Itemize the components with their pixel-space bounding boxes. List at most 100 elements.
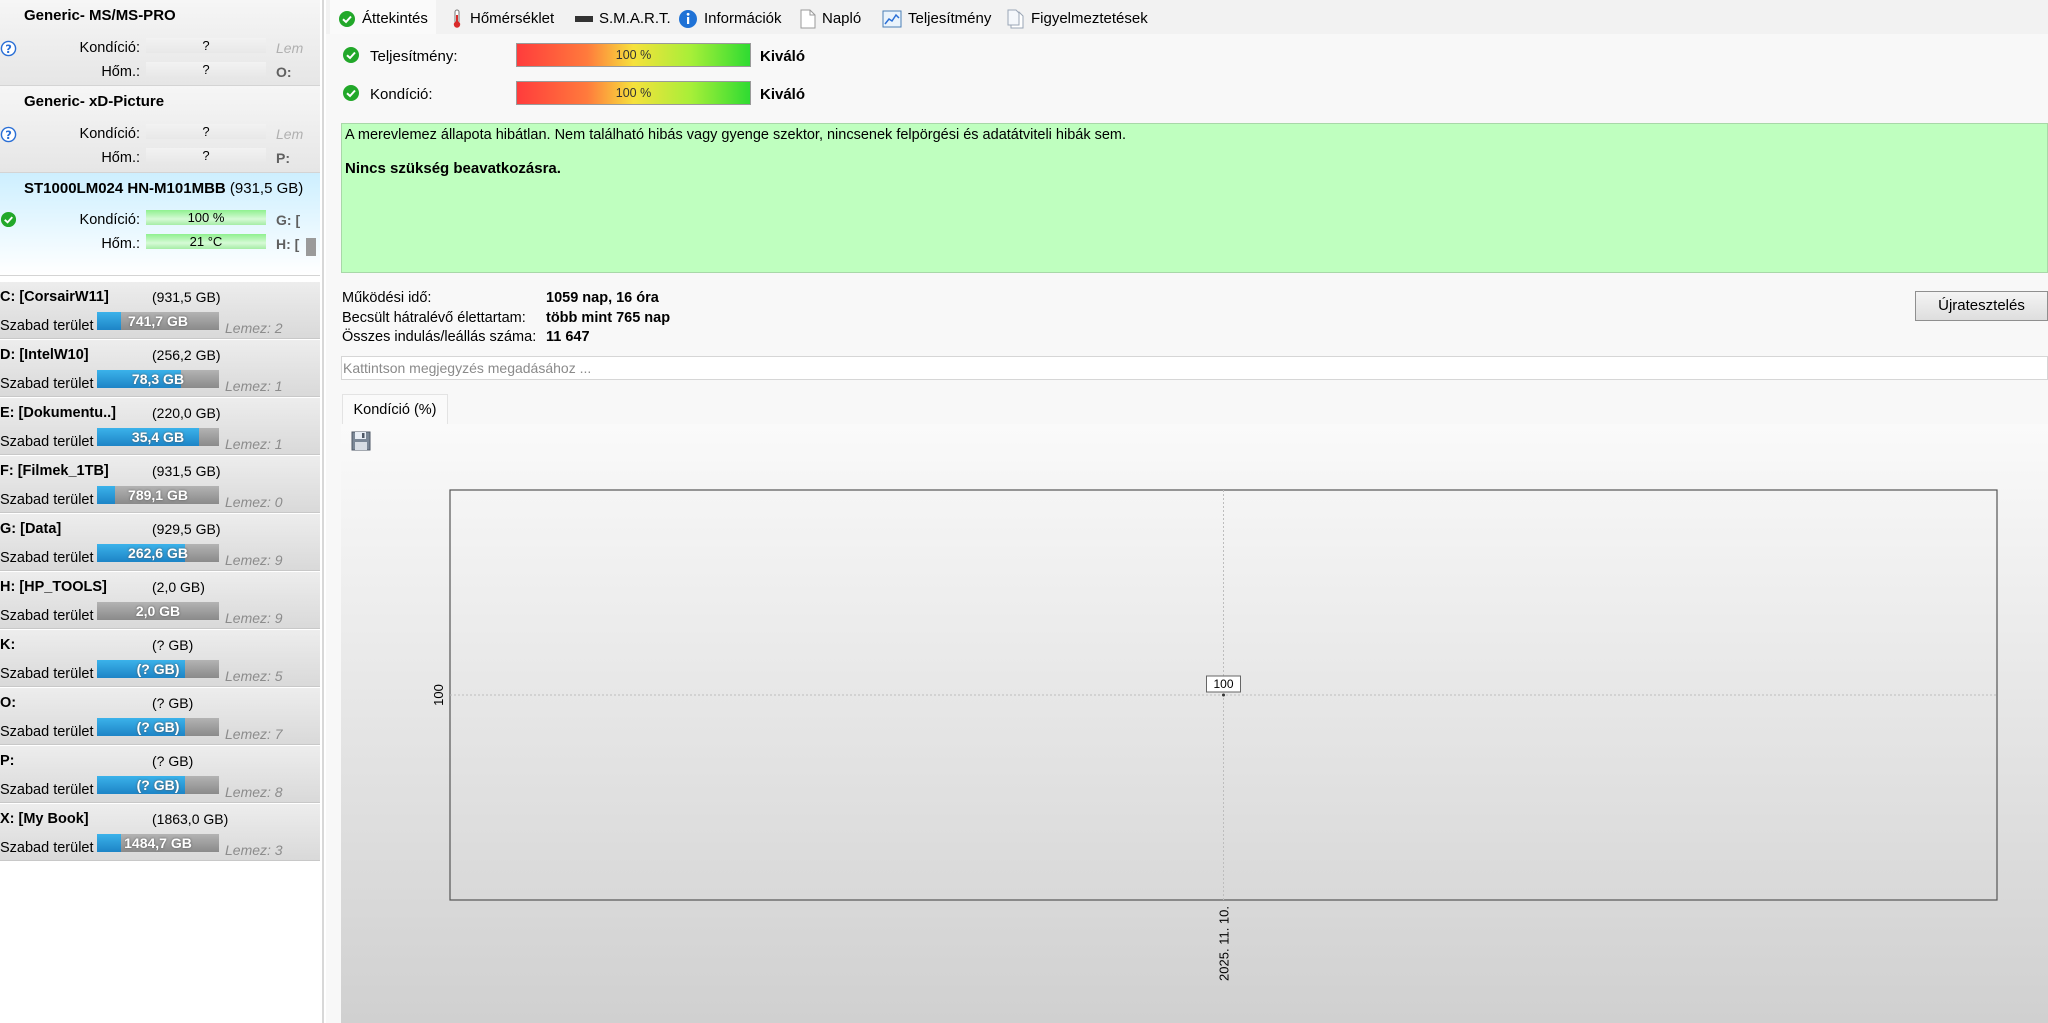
partition-item[interactable]: G: [Data] (929,5 GB) Szabad terület 262,…: [0, 514, 320, 571]
free-space-value: 2,0 GB: [135, 603, 181, 619]
ok-status-icon: [343, 47, 359, 63]
ok-status-icon: [0, 211, 17, 228]
uptime-label: Működési idő:: [342, 290, 432, 306]
drive-icon: [575, 16, 593, 23]
partition-disk-index: Lemez: 9: [225, 610, 283, 626]
partition-item[interactable]: E: [Dokumentu..] (220,0 GB) Szabad terül…: [0, 398, 320, 455]
panel-splitter[interactable]: [322, 0, 324, 1023]
partition-name: F: [Filmek_1TB]: [0, 463, 109, 479]
info-icon: [679, 10, 697, 29]
disk-side-info: P:: [276, 150, 290, 166]
check-icon: [339, 11, 355, 28]
free-space-value: 789,1 GB: [128, 487, 188, 503]
partition-item[interactable]: D: [IntelW10] (256,2 GB) Szabad terület …: [0, 340, 320, 397]
data-point: [1222, 693, 1225, 697]
free-space-value: 262,6 GB: [128, 545, 188, 561]
free-space-value: 1484,7 GB: [124, 835, 192, 851]
tab-label: Teljesítmény: [908, 10, 992, 27]
partition-disk-index: Lemez: 2: [225, 320, 283, 336]
disk-item-selected[interactable]: ST1000LM024 HN-M101MBB (931,5 GB) Kondíc…: [0, 173, 320, 276]
startstop-label: Összes indulás/leállás száma:: [342, 329, 537, 345]
disk-size: (931,5 GB): [229, 180, 304, 197]
partition-disk-index: Lemez: 0: [225, 494, 283, 510]
free-space-value: (? GB): [136, 777, 180, 793]
unknown-status-icon: ?: [0, 40, 17, 57]
free-space-label: Szabad terület: [0, 840, 94, 856]
partition-name: E: [Dokumentu..]: [0, 405, 116, 421]
free-space-label: Szabad terület: [0, 608, 94, 624]
tab-condition-chart[interactable]: Kondíció (%): [342, 394, 448, 425]
partition-size: (2,0 GB): [152, 579, 205, 595]
uptime-value: 1059 nap, 16 óra: [546, 290, 659, 306]
disk-side-info: Lem: [276, 126, 304, 142]
tab-alerts[interactable]: Figyelmeztetések: [1003, 0, 1152, 34]
tab-smart[interactable]: S.M.A.R.T.: [571, 0, 675, 34]
partition-item[interactable]: P: (? GB) Szabad terület (? GB) Lemez: 8: [0, 746, 320, 803]
disk-side-info: O:: [276, 64, 292, 80]
tab-overview[interactable]: Áttekintés: [330, 0, 436, 34]
temperature-label: Hőm.:: [101, 64, 140, 80]
alerts-icon: [1007, 9, 1024, 29]
partition-disk-index: Lemez: 3: [225, 842, 283, 858]
partition-item[interactable]: X: [My Book] (1863,0 GB) Szabad terület …: [0, 804, 320, 861]
free-space-bar: 1484,7 GB: [97, 834, 219, 852]
tab-temperature[interactable]: Hőmérséklet: [446, 0, 558, 34]
thermometer-icon: [453, 9, 461, 28]
tab-information[interactable]: Információk: [674, 0, 786, 34]
partition-item[interactable]: C: [CorsairW11] (931,5 GB) Szabad terüle…: [0, 282, 320, 339]
partition-size: (256,2 GB): [152, 347, 221, 363]
disk-name: ST1000LM024 HN-M101MBB (931,5 GB): [24, 180, 304, 197]
partition-name: K:: [0, 637, 16, 653]
condition-chart: 100 2025. 11. 10. 100: [431, 489, 1998, 981]
free-space-label: Szabad terület: [0, 318, 94, 334]
partition-item[interactable]: O: (? GB) Szabad terület (? GB) Lemez: 7: [0, 688, 320, 745]
tab-performance[interactable]: Teljesítmény: [878, 0, 995, 34]
disk-list-scrollbar[interactable]: [306, 238, 316, 256]
condition-value: ?: [146, 38, 266, 53]
partition-name: X: [My Book]: [0, 811, 89, 827]
temperature-value: 21 °C: [146, 234, 266, 249]
svg-text:?: ?: [5, 42, 12, 56]
document-icon: [800, 9, 816, 29]
condition-rating: Kiváló: [760, 86, 806, 103]
free-space-bar: (? GB): [97, 718, 219, 736]
partition-size: (220,0 GB): [152, 405, 221, 421]
condition-value: 100 %: [146, 210, 266, 225]
free-space-label: Szabad terület: [0, 492, 94, 508]
unknown-status-icon: ?: [0, 126, 17, 143]
condition-label: Kondíció:: [370, 86, 433, 103]
disk-side-info: Lem: [276, 40, 304, 56]
partition-size: (? GB): [152, 695, 194, 711]
free-space-bar: (? GB): [97, 660, 219, 678]
svg-text:?: ?: [5, 128, 12, 142]
disk-item[interactable]: Generic- MS/MS-PRO ? Kondíció: ? Lem Hőm…: [0, 0, 320, 86]
free-space-value: (? GB): [136, 719, 180, 735]
partition-name: G: [Data]: [0, 521, 62, 537]
startstop-value: 11 647: [546, 329, 590, 345]
x-tick-label: 2025. 11. 10.: [1217, 906, 1232, 981]
partition-item[interactable]: K: (? GB) Szabad terület (? GB) Lemez: 5: [0, 630, 320, 687]
partition-disk-index: Lemez: 7: [225, 726, 283, 742]
disk-name: Generic- MS/MS-PRO: [24, 7, 176, 24]
note-input[interactable]: Kattintson megjegyzés megadásához ...: [341, 356, 2048, 380]
free-space-label: Szabad terület: [0, 666, 94, 682]
status-message: A merevlemez állapota hibátlan. Nem talá…: [345, 127, 1127, 143]
partition-item[interactable]: H: [HP_TOOLS] (2,0 GB) Szabad terület 2,…: [0, 572, 320, 629]
lifetime-value: több mint 765 nap: [546, 310, 671, 326]
disk-side-info: H: [: [276, 236, 300, 252]
partition-name: D: [IntelW10]: [0, 347, 89, 363]
tab-log[interactable]: Napló: [796, 0, 865, 34]
free-space-label: Szabad terület: [0, 376, 94, 392]
free-space-value: 741,7 GB: [128, 313, 188, 329]
retest-button[interactable]: Újratesztelés: [1915, 291, 2048, 321]
condition-label: Kondíció:: [79, 40, 140, 56]
advice-message: Nincs szükség beavatkozásra.: [345, 160, 561, 177]
partition-size: (929,5 GB): [152, 521, 221, 537]
disk-list-panel: Generic- MS/MS-PRO ? Kondíció: ? Lem Hőm…: [0, 0, 322, 1023]
free-space-label: Szabad terület: [0, 550, 94, 566]
partition-item[interactable]: F: [Filmek_1TB] (931,5 GB) Szabad terüle…: [0, 456, 320, 513]
condition-label: Kondíció:: [79, 212, 140, 228]
disk-item[interactable]: Generic- xD-Picture ? Kondíció: ? Lem Hő…: [0, 86, 320, 173]
performance-label: Teljesítmény:: [370, 48, 458, 65]
partition-name: C: [CorsairW11]: [0, 289, 109, 305]
